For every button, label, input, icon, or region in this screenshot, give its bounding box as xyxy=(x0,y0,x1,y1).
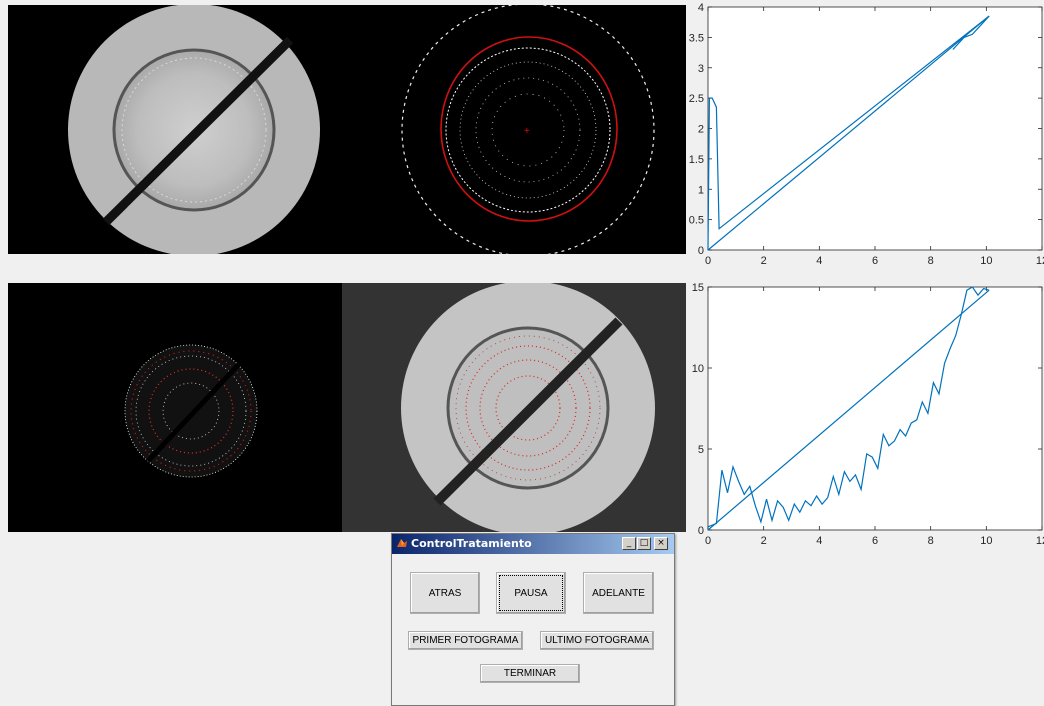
y-tick-label: 15 xyxy=(692,282,704,294)
primer-fotograma-button[interactable]: PRIMER FOTOGRAMA xyxy=(408,631,523,650)
x-tick-label: 0 xyxy=(705,255,711,267)
dialog-title: ControlTratamiento xyxy=(411,537,532,550)
x-tick-label: 4 xyxy=(816,535,822,547)
y-tick-label: 2 xyxy=(698,124,704,136)
dialog-titlebar[interactable]: ControlTratamiento _ □ × xyxy=(392,534,674,554)
x-tick-label: 12 xyxy=(1036,535,1044,547)
close-button[interactable]: × xyxy=(654,537,668,550)
svg-text:+: + xyxy=(524,126,530,137)
mask-photo xyxy=(124,344,258,478)
plot-top: 0 2 4 6 8 10 12 0 0.5 1 1.5 2 2.5 3 3.5 4 xyxy=(689,2,1044,267)
plot-bottom: 0 2 4 6 8 10 12 0 5 10 15 xyxy=(692,282,1044,547)
y-tick-label: 1 xyxy=(698,184,704,196)
y-tick-label: 10 xyxy=(692,363,704,375)
x-tick-label: 8 xyxy=(928,535,934,547)
x-tick-label: 2 xyxy=(761,255,767,267)
x-tick-label: 10 xyxy=(980,255,992,267)
pausa-button[interactable]: PAUSA xyxy=(496,572,566,614)
ultimo-fotograma-button[interactable]: ULTIMO FOTOGRAMA xyxy=(540,631,654,650)
sample-photo xyxy=(68,5,320,254)
particles-mask-panel xyxy=(8,283,342,532)
adelante-button[interactable]: ADELANTE xyxy=(583,572,654,614)
y-tick-label: 5 xyxy=(698,444,704,456)
y-tick-label: 0.5 xyxy=(689,215,704,227)
overlay-photo xyxy=(401,283,655,532)
x-tick-label: 0 xyxy=(705,535,711,547)
maximize-button[interactable]: □ xyxy=(637,537,651,550)
terminar-button[interactable]: TERMINAR xyxy=(480,664,580,683)
x-tick-label: 8 xyxy=(928,255,934,267)
original-image-panel xyxy=(8,5,342,254)
atras-button[interactable]: ATRAS xyxy=(410,572,480,614)
y-tick-label: 0 xyxy=(698,245,704,257)
control-dialog: ControlTratamiento _ □ × ATRAS PAUSA ADE… xyxy=(391,533,675,706)
y-tick-label: 3 xyxy=(698,63,704,75)
contour-photo: + xyxy=(401,5,655,254)
matlab-icon xyxy=(397,539,407,547)
y-tick-label: 2.5 xyxy=(689,93,704,105)
plot-area xyxy=(707,286,1043,531)
x-tick-label: 12 xyxy=(1036,255,1044,267)
x-tick-label: 6 xyxy=(872,535,878,547)
y-tick-label: 3.5 xyxy=(689,32,704,44)
minimize-button[interactable]: _ xyxy=(622,537,636,550)
x-tick-label: 2 xyxy=(761,535,767,547)
y-tick-label: 0 xyxy=(698,525,704,537)
x-tick-label: 6 xyxy=(872,255,878,267)
overlay-image-panel xyxy=(342,283,686,532)
contour-image-panel: + xyxy=(342,5,686,254)
x-tick-label: 4 xyxy=(816,255,822,267)
y-tick-label: 1.5 xyxy=(689,154,704,166)
x-tick-label: 10 xyxy=(980,535,992,547)
plot-area xyxy=(707,6,1043,251)
y-tick-label: 4 xyxy=(698,2,704,14)
